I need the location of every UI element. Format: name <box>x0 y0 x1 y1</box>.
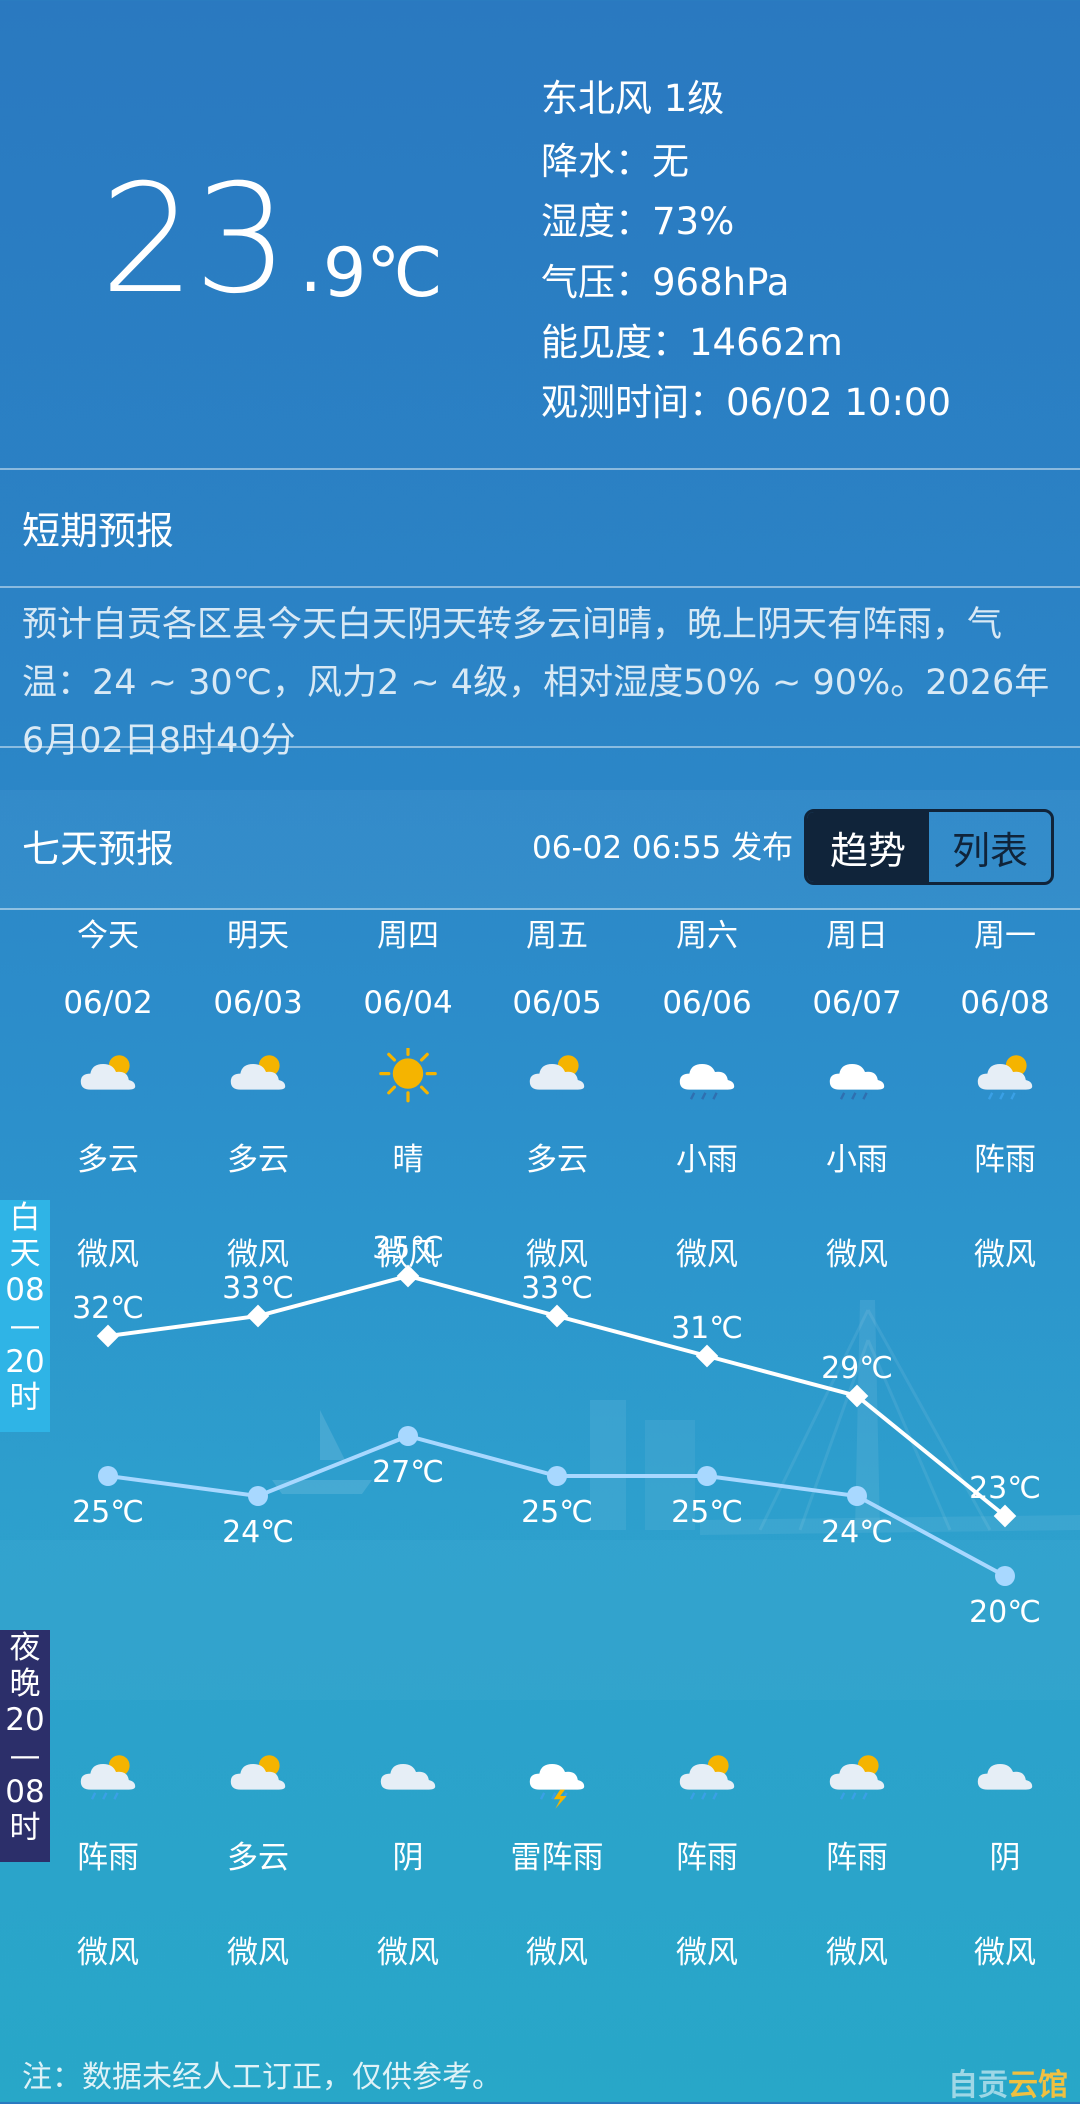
low-temp-point <box>697 1466 717 1486</box>
low-temp-label: 24℃ <box>821 1515 893 1550</box>
high-temp-point <box>695 1344 719 1368</box>
low-temp-label: 24℃ <box>222 1515 294 1550</box>
temperature-trend-chart: 32℃ 25℃ 33℃ 24℃ 35℃ 27℃ 33℃ 25℃ 31℃ 25℃ 29℃ 24℃ 23℃ 2… <box>72 1231 1041 1630</box>
high-temp-label: 33℃ <box>222 1271 294 1306</box>
low-temp-point <box>398 1426 418 1446</box>
low-temp-point <box>98 1466 118 1486</box>
low-temp-point <box>847 1486 867 1506</box>
low-temp-label: 27℃ <box>372 1455 444 1490</box>
high-temp-point <box>246 1304 270 1328</box>
low-temp-point <box>248 1486 268 1506</box>
high-temp-label: 35℃ <box>372 1231 444 1266</box>
high-temp-label: 32℃ <box>72 1291 144 1326</box>
low-temp-point <box>547 1466 567 1486</box>
high-temp-point <box>396 1264 420 1288</box>
low-temp-label: 20℃ <box>969 1595 1041 1630</box>
low-temp-label: 25℃ <box>671 1495 743 1530</box>
high-temp-label: 33℃ <box>521 1271 593 1306</box>
high-temp-point <box>96 1324 120 1348</box>
low-temp-label: 25℃ <box>72 1495 144 1530</box>
low-temp-label: 25℃ <box>521 1495 593 1530</box>
high-temp-label: 31℃ <box>671 1311 743 1346</box>
high-temp-label: 23℃ <box>969 1471 1041 1506</box>
watermark-logo: 自贡云馆 <box>948 2068 1068 2103</box>
disclaimer-note: 注：数据未经人工订正，仅供参考。 <box>22 2060 502 2095</box>
high-temp-label: 29℃ <box>821 1351 893 1386</box>
high-temp-point <box>545 1304 569 1328</box>
low-temp-point <box>995 1566 1015 1586</box>
